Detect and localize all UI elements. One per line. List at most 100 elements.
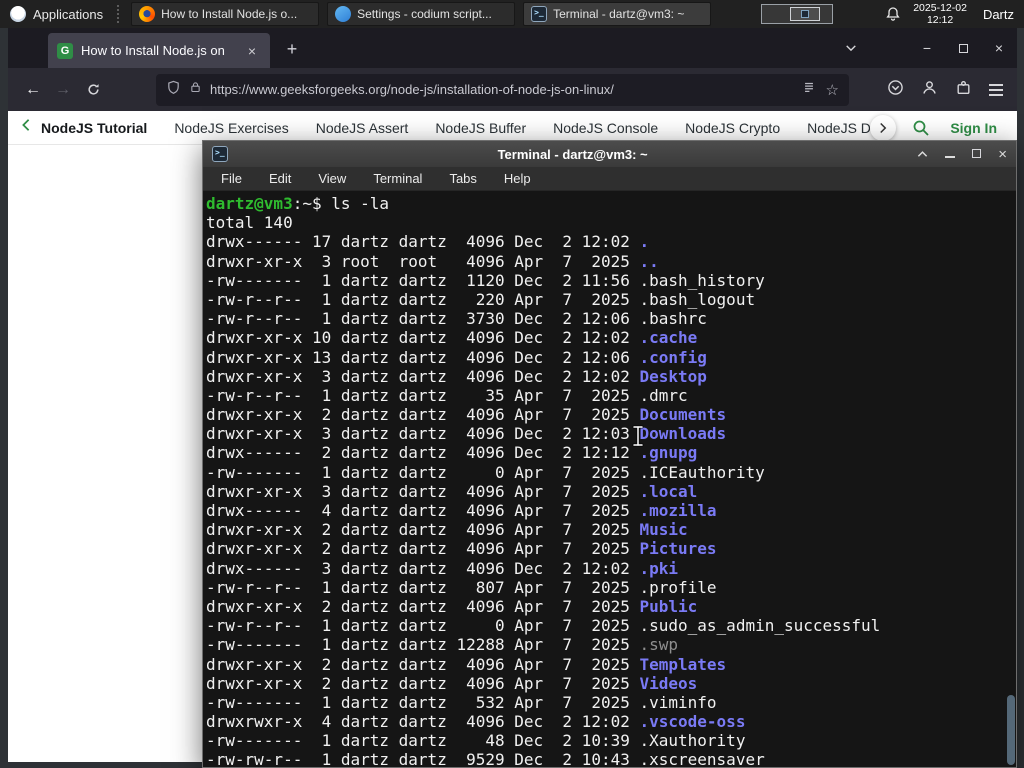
- tabbar-controls: − ×: [845, 28, 1009, 68]
- maximize-icon: [958, 44, 968, 53]
- back-button[interactable]: ←: [18, 75, 48, 105]
- forward-button[interactable]: →: [48, 75, 78, 105]
- extensions-puzzle-icon[interactable]: [955, 79, 972, 101]
- urlbar-actions: ☆: [802, 80, 839, 99]
- bookmark-star-icon[interactable]: ☆: [826, 81, 839, 99]
- terminal-menubar: File Edit View Terminal Tabs Help: [203, 167, 1016, 191]
- terminal-minimize-button[interactable]: [945, 145, 956, 163]
- site-nav-item[interactable]: NodeJS Buffer: [435, 120, 526, 136]
- terminal-line: -rw-r--r-- 1 dartz dartz 3730 Dec 2 12:0…: [206, 309, 707, 329]
- toolbar-right-icons: [887, 79, 1017, 101]
- menu-hamburger-icon[interactable]: [989, 81, 1003, 99]
- terminal-line: drwxr-xr-x 3 dartz dartz 4096 Dec 2 12:0…: [206, 424, 727, 444]
- scrollbar-thumb[interactable]: [1007, 695, 1015, 765]
- taskbar-item-label: How to Install Node.js o...: [161, 7, 298, 21]
- terminal-menu-tabs[interactable]: Tabs: [449, 171, 476, 186]
- tab-close-button[interactable]: ×: [243, 43, 261, 59]
- terminal-close-button[interactable]: ×: [998, 147, 1007, 162]
- terminal-line: -rw------- 1 dartz dartz 12288 Apr 7 202…: [206, 635, 679, 655]
- xfce-logo-icon: [10, 6, 26, 22]
- pocket-icon[interactable]: [887, 79, 904, 101]
- mouse-ibeam-cursor: [632, 425, 644, 447]
- taskbar-item-label: Terminal - dartz@vm3: ~: [553, 7, 685, 21]
- account-icon[interactable]: [921, 79, 938, 101]
- terminal-menu-help[interactable]: Help: [504, 171, 531, 186]
- padlock-icon[interactable]: [189, 80, 202, 99]
- terminal-line: drwxr-xr-x 10 dartz dartz 4096 Dec 2 12:…: [206, 328, 698, 348]
- nav-scroll-right-chevron-button[interactable]: [870, 114, 897, 141]
- terminal-line: drwxr-xr-x 3 dartz dartz 4096 Dec 2 12:0…: [206, 366, 707, 386]
- clock[interactable]: 2025-12-02 12:12: [913, 2, 967, 26]
- workspace-switcher[interactable]: [761, 4, 834, 24]
- applications-menu[interactable]: Applications: [0, 0, 113, 28]
- terminal-line: -rw-r--r-- 1 dartz dartz 807 Apr 7 2025 …: [206, 577, 717, 597]
- panel-user-menu[interactable]: Dartz: [983, 7, 1014, 22]
- terminal-window-controls: ×: [917, 145, 1007, 163]
- minimize-icon: [945, 156, 956, 158]
- site-nav-item[interactable]: NodeJS Console: [553, 120, 658, 136]
- terminal-scrollbar[interactable]: [1006, 191, 1016, 767]
- site-nav-item[interactable]: NodeJS Assert: [316, 120, 409, 136]
- applications-label: Applications: [33, 6, 104, 22]
- terminal-line: -rw------- 1 dartz dartz 0 Apr 7 2025 .I…: [206, 462, 765, 482]
- terminal-line: drwxr-xr-x 2 dartz dartz 4096 Apr 7 2025…: [206, 405, 727, 425]
- terminal-line: drwxr-xr-x 2 dartz dartz 4096 Apr 7 2025…: [206, 654, 727, 674]
- reload-button[interactable]: [78, 75, 108, 105]
- terminal-title-bar[interactable]: Terminal - dartz@vm3: ~ ×: [203, 141, 1016, 167]
- notifications-bell-icon[interactable]: [885, 6, 901, 22]
- terminal-title: Terminal - dartz@vm3: ~: [497, 146, 648, 162]
- taskbar-item[interactable]: Terminal - dartz@vm3: ~: [523, 2, 712, 26]
- terminal-line: drwxr-xr-x 3 root root 4096 Apr 7 2025 .…: [206, 251, 659, 271]
- maximize-icon: [972, 149, 982, 158]
- terminal-line: drwxr-xr-x 2 dartz dartz 4096 Apr 7 2025…: [206, 539, 717, 559]
- browser-tab-bar: How to Install Node.js on × + − ×: [8, 28, 1017, 68]
- terminal-line: drwxr-xr-x 2 dartz dartz 4096 Apr 7 2025…: [206, 673, 698, 693]
- terminal-menu-file[interactable]: File: [221, 171, 242, 186]
- taskbar: How to Install Node.js o... Settings - co…: [131, 2, 712, 26]
- terminal-prompt-line: dartz@vm3:~$ ls -la: [206, 194, 1016, 213]
- terminal-line: drwxr-xr-x 2 dartz dartz 4096 Apr 7 2025…: [206, 596, 698, 616]
- terminal-line: -rw------- 1 dartz dartz 532 Apr 7 2025 …: [206, 692, 717, 712]
- search-icon[interactable]: [912, 119, 930, 137]
- window-maximize-button[interactable]: [953, 40, 973, 56]
- list-all-tabs-chevron-icon[interactable]: [845, 42, 857, 54]
- prompt-user-host: dartz@vm3: [206, 194, 293, 213]
- browser-tab[interactable]: How to Install Node.js on ×: [48, 33, 270, 68]
- terminal-menu-edit[interactable]: Edit: [269, 171, 291, 186]
- taskbar-item[interactable]: Settings - codium script...: [327, 2, 516, 26]
- terminal-total-line: total 140: [206, 213, 293, 233]
- site-nav-items: NodeJS Tutorial NodeJS Exercises NodeJS As…: [41, 120, 884, 136]
- terminal-line: -rw------- 1 dartz dartz 1120 Dec 2 11:5…: [206, 270, 765, 290]
- taskbar-item[interactable]: How to Install Node.js o...: [131, 2, 320, 26]
- new-tab-button[interactable]: +: [280, 37, 304, 61]
- terminal-menu-view[interactable]: View: [318, 171, 346, 186]
- site-nav-item[interactable]: NodeJS Tutorial: [41, 120, 147, 136]
- url-text[interactable]: https://www.geeksforgeeks.org/node-js/in…: [210, 82, 794, 97]
- nav-scroll-left-chevron-icon[interactable]: [20, 118, 32, 137]
- reader-view-icon[interactable]: [802, 80, 816, 99]
- terminal-maximize-button[interactable]: [972, 145, 982, 163]
- tab-title: How to Install Node.js on: [81, 43, 225, 58]
- site-nav-item[interactable]: NodeJS Exercises: [174, 120, 288, 136]
- window-close-button[interactable]: ×: [989, 40, 1009, 56]
- geeksforgeeks-favicon: [57, 42, 73, 59]
- window-minimize-button[interactable]: −: [917, 40, 937, 56]
- url-bar[interactable]: https://www.geeksforgeeks.org/node-js/in…: [156, 73, 849, 106]
- terminal-menu-terminal[interactable]: Terminal: [373, 171, 422, 186]
- terminal-line: drwxr-xr-x 3 dartz dartz 4096 Apr 7 2025…: [206, 481, 698, 501]
- shade-chevron-icon[interactable]: [917, 145, 928, 163]
- terminal-command: ls -la: [331, 194, 390, 213]
- terminal-line: -rw-r--r-- 1 dartz dartz 220 Apr 7 2025 …: [206, 289, 756, 309]
- workspace-window-thumbnail[interactable]: [790, 7, 821, 21]
- prompt-suffix: :~$: [292, 194, 332, 213]
- browser-toolbar: ← → https://www.geeksforgeeks.org/node-j…: [8, 68, 1017, 111]
- tracking-shield-icon[interactable]: [166, 80, 181, 100]
- clock-date: 2025-12-02: [913, 2, 967, 14]
- sign-in-button[interactable]: Sign In: [950, 120, 997, 136]
- terminal-output: dartz@vm3:~$ ls -la total 140 drwx------ 1…: [203, 191, 1016, 767]
- terminal-line: -rw-rw-r-- 1 dartz dartz 9529 Dec 2 10:4…: [206, 750, 765, 767]
- terminal-window: Terminal - dartz@vm3: ~ × File Edit View Te…: [202, 140, 1017, 768]
- site-nav-item[interactable]: NodeJS Crypto: [685, 120, 780, 136]
- top-panel: Applications How to Install Node.js o...…: [0, 0, 1024, 28]
- terminal-line: drwx------ 4 dartz dartz 4096 Apr 7 2025…: [206, 501, 717, 520]
